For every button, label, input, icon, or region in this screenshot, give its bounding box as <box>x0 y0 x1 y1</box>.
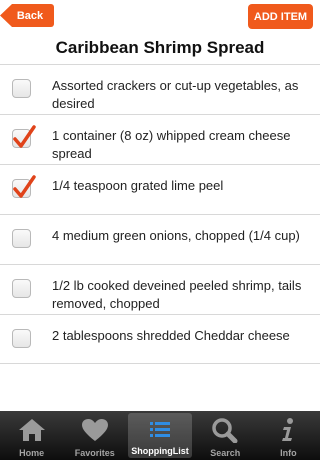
checkbox[interactable] <box>12 279 31 298</box>
checkmark-icon <box>13 125 36 148</box>
list-item[interactable]: 4 medium green onions, chopped (1/4 cup) <box>0 214 320 264</box>
tab-label: Info <box>280 448 297 458</box>
tab-home[interactable]: Home <box>0 411 63 460</box>
info-icon <box>282 418 294 441</box>
list-item[interactable]: 1/4 teaspoon grated lime peel <box>0 164 320 214</box>
item-text: 4 medium green onions, chopped (1/4 cup) <box>52 228 300 243</box>
checkbox[interactable] <box>12 329 31 348</box>
header: Back ADD ITEM Caribbean Shrimp Spread <box>0 0 320 66</box>
list-item[interactable]: Assorted crackers or cut-up vegetables, … <box>0 64 320 114</box>
item-text: Assorted crackers or cut-up vegetables, … <box>52 78 299 111</box>
tab-label: Home <box>19 448 45 458</box>
back-button[interactable]: Back <box>0 4 54 27</box>
checkbox[interactable] <box>12 175 36 198</box>
item-text: 1/2 lb cooked deveined peeled shrimp, ta… <box>52 278 302 311</box>
item-text: 2 tablespoons shredded Cheddar cheese <box>52 328 290 343</box>
checkbox[interactable] <box>12 125 36 148</box>
tab-label: ShoppingList <box>131 446 189 456</box>
tab-shoppinglist[interactable]: ShoppingList <box>128 413 192 458</box>
tab-label: Search <box>210 448 241 458</box>
checkbox[interactable] <box>12 79 31 98</box>
tab-search[interactable]: Search <box>194 411 257 460</box>
tab-info[interactable]: Info <box>257 411 320 460</box>
ingredient-list: Assorted crackers or cut-up vegetables, … <box>0 64 320 364</box>
tab-favorites[interactable]: Favorites <box>63 411 126 460</box>
home-icon <box>18 419 45 441</box>
list-item[interactable]: 1 container (8 oz) whipped cream cheese … <box>0 114 320 164</box>
item-text: 1/4 teaspoon grated lime peel <box>52 178 224 193</box>
list-item[interactable]: 2 tablespoons shredded Cheddar cheese <box>0 314 320 364</box>
checkmark-icon <box>13 175 36 198</box>
tab-label: Favorites <box>74 448 115 458</box>
tab-bar: Home Favorites ShoppingList Search Info <box>0 411 320 460</box>
checkbox[interactable] <box>12 229 31 248</box>
page-title: Caribbean Shrimp Spread <box>55 38 265 57</box>
heart-icon <box>81 419 108 441</box>
item-text: 1 container (8 oz) whipped cream cheese … <box>52 128 291 161</box>
search-icon <box>212 418 238 443</box>
add-item-button[interactable]: ADD ITEM <box>248 4 313 29</box>
list-item[interactable]: 1/2 lb cooked deveined peeled shrimp, ta… <box>0 264 320 314</box>
list-icon <box>150 422 170 437</box>
